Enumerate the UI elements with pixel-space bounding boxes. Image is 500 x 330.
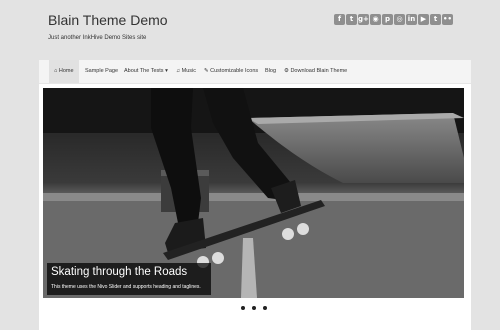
nav-blog[interactable]: Blog — [265, 60, 276, 83]
site-title[interactable]: Blain Theme Demo — [48, 12, 168, 28]
slide-caption: Skating through the Roads This theme use… — [47, 263, 211, 295]
flickr-icon[interactable]: •• — [442, 14, 453, 25]
linkedin-icon[interactable]: in — [406, 14, 417, 25]
youtube-icon[interactable]: ▶ — [418, 14, 429, 25]
pinterest-icon[interactable]: p — [382, 14, 393, 25]
slide-dot-2[interactable] — [252, 306, 256, 310]
main-navigation: ⌂ Home Sample Page About The Tests ▾ ♫ M… — [39, 60, 471, 84]
nav-download-blain-theme[interactable]: ⚙ Download Blain Theme — [284, 60, 347, 83]
slider-pagination — [241, 306, 267, 310]
nav-home[interactable]: ⌂ Home — [49, 60, 79, 83]
rss-icon[interactable]: ◉ — [370, 14, 381, 25]
slide-title: Skating through the Roads — [51, 266, 188, 278]
nav-about-the-tests[interactable]: About The Tests ▾ — [124, 60, 168, 83]
tumblr-icon[interactable]: t — [430, 14, 441, 25]
google-plus-icon[interactable]: g+ — [358, 14, 369, 25]
slide-tagline: This theme uses the Nivo Slider and supp… — [51, 284, 201, 290]
social-icons: f t g+ ◉ p ◎ in ▶ t •• — [334, 14, 453, 25]
slide-dot-3[interactable] — [263, 306, 267, 310]
instagram-icon[interactable]: ◎ — [394, 14, 405, 25]
image-slider[interactable]: Skating through the Roads This theme use… — [43, 88, 464, 298]
slide-dot-1[interactable] — [241, 306, 245, 310]
nav-music[interactable]: ♫ Music — [176, 60, 196, 83]
nav-customizable-icons[interactable]: ✎ Customizable Icons — [204, 60, 258, 83]
nav-sample-page[interactable]: Sample Page — [85, 60, 118, 83]
facebook-icon[interactable]: f — [334, 14, 345, 25]
twitter-icon[interactable]: t — [346, 14, 357, 25]
site-tagline: Just another InkHive Demo Sites site — [48, 35, 147, 41]
